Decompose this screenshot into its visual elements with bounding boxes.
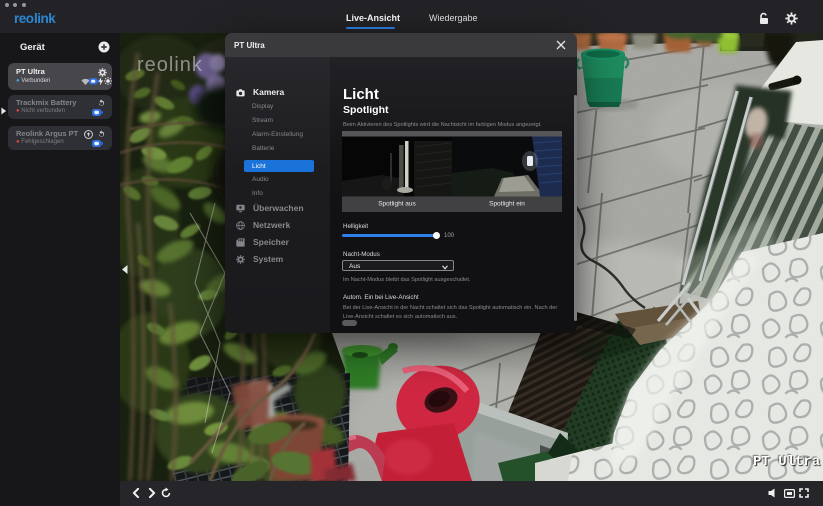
svg-text:Spotlight ein: Spotlight ein	[489, 201, 525, 208]
svg-text:Spotlight aus: Spotlight aus	[378, 201, 416, 208]
